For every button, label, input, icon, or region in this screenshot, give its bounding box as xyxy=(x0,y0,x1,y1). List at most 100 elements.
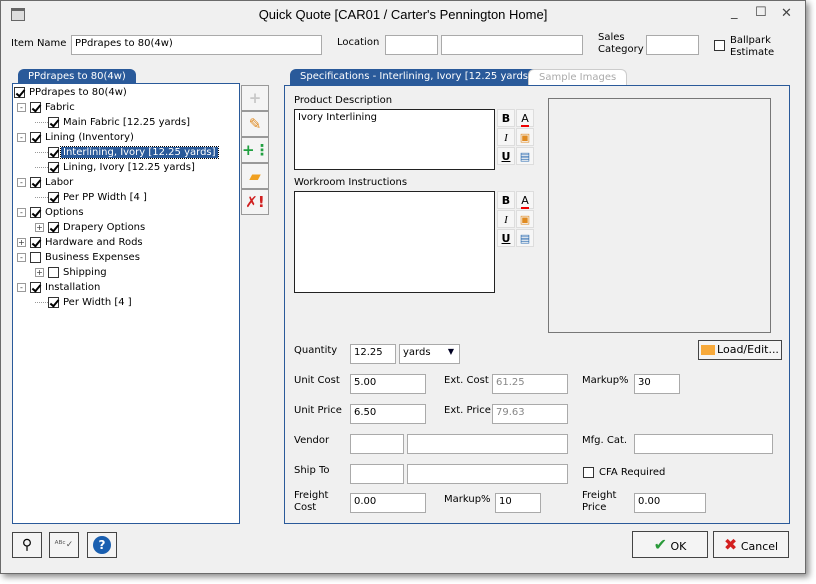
item-tree[interactable]: PPdrapes to 80(4w) - Fabric Main Fabric [12… xyxy=(12,83,240,524)
collapse-icon[interactable]: - xyxy=(17,177,26,187)
tree-item[interactable]: Main Fabric [12.25 yards] xyxy=(35,115,192,130)
maximize-button[interactable]: ☐ xyxy=(755,5,767,20)
description-insert-field-button[interactable]: ▣ xyxy=(516,128,534,146)
freight-cost-input[interactable]: 0.00 xyxy=(350,493,426,513)
tree-item-checkbox[interactable] xyxy=(30,101,41,113)
description-print-button[interactable]: ▤ xyxy=(516,147,534,165)
ballpark-estimate-label: Ballpark Estimate xyxy=(730,35,775,58)
location-label: Location xyxy=(337,37,380,48)
tree-item-checkbox[interactable] xyxy=(30,206,41,218)
tree-item-checkbox[interactable] xyxy=(30,281,41,293)
freight-price-input[interactable]: 0.00 xyxy=(634,493,706,513)
workroom-insert-field-button[interactable]: ▣ xyxy=(516,210,534,228)
unit-price-input[interactable]: 6.50 xyxy=(350,404,426,424)
expand-icon[interactable]: + xyxy=(35,222,44,232)
vendor-code-input[interactable] xyxy=(350,434,404,454)
unit-cost-input[interactable]: 5.00 xyxy=(350,374,426,394)
tree-item-checkbox[interactable] xyxy=(30,236,41,248)
add-subitem-button[interactable]: +⋮ xyxy=(241,137,270,163)
help-button[interactable]: ? xyxy=(87,532,117,558)
tree-item[interactable]: - Labor xyxy=(17,175,75,190)
cancel-button[interactable]: ✖ Cancel xyxy=(713,531,789,558)
collapse-icon[interactable]: - xyxy=(17,252,26,262)
delete-button[interactable]: ✗! xyxy=(241,189,269,215)
ballpark-estimate-checkbox[interactable] xyxy=(714,40,725,51)
collapse-icon[interactable]: - xyxy=(17,282,26,292)
tree-item-label: Lining (Inventory) xyxy=(45,132,134,143)
collapse-icon[interactable]: - xyxy=(17,132,26,142)
tree-item-checkbox[interactable] xyxy=(14,86,25,98)
description-bold-button[interactable]: B xyxy=(497,109,515,127)
expand-icon[interactable]: + xyxy=(17,237,26,247)
minimize-button[interactable]: _ xyxy=(731,5,738,20)
tree-item[interactable]: + Hardware and Rods xyxy=(17,235,145,250)
tree-item[interactable]: + Drapery Options xyxy=(35,220,147,235)
quantity-input[interactable]: 12.25 xyxy=(350,344,396,364)
workroom-underline-button[interactable]: U xyxy=(497,229,515,247)
workroom-italic-button[interactable]: I xyxy=(497,210,515,228)
tree-item[interactable]: + Shipping xyxy=(35,265,109,280)
font-color-icon: A xyxy=(521,194,529,209)
tree-item-label: Drapery Options xyxy=(63,222,146,233)
tree-item-checkbox[interactable] xyxy=(48,116,59,128)
tab-sample-images[interactable]: Sample Images xyxy=(528,69,628,85)
ext-cost-label: Ext. Cost xyxy=(444,375,489,386)
vendor-name-input[interactable] xyxy=(407,434,568,454)
workroom-bold-button[interactable]: B xyxy=(497,191,515,209)
tree-item-checkbox[interactable] xyxy=(48,296,59,308)
tree-item[interactable]: Per PP Width [4 ] xyxy=(35,190,149,205)
sales-category-input[interactable] xyxy=(646,35,699,55)
item-name-input[interactable]: PPdrapes to 80(4w) xyxy=(71,35,322,55)
description-underline-button[interactable]: U xyxy=(497,147,515,165)
ok-button[interactable]: ✔ OK xyxy=(632,531,708,558)
tree-item[interactable]: - Business Expenses xyxy=(17,250,142,265)
search-button[interactable]: ⚲ xyxy=(12,532,42,558)
workroom-print-button[interactable]: ▤ xyxy=(516,229,534,247)
ship-to-name-input[interactable] xyxy=(407,464,568,484)
tree-item-checkbox[interactable] xyxy=(48,266,59,278)
tree-item[interactable]: Lining, Ivory [12.25 yards] xyxy=(35,160,197,175)
markup-input[interactable]: 30 xyxy=(634,374,680,394)
description-font-color-button[interactable]: A xyxy=(516,109,534,127)
tree-item-checkbox[interactable] xyxy=(48,161,59,173)
load-edit-button[interactable]: Load/Edit... xyxy=(698,340,782,360)
unit-select[interactable]: yards ▼ xyxy=(399,344,460,364)
freight-markup-input[interactable]: 10 xyxy=(495,493,541,513)
tree-item-label: Options xyxy=(45,207,84,218)
spellcheck-button[interactable]: ᴬᴮᶜ✓ xyxy=(49,532,79,558)
description-italic-button[interactable]: I xyxy=(497,128,515,146)
tree-item[interactable]: - Installation xyxy=(17,280,102,295)
tree-item-checkbox[interactable] xyxy=(48,146,59,158)
tree-item-checkbox[interactable] xyxy=(48,221,59,233)
mfg-cat-input[interactable] xyxy=(634,434,773,454)
pencil-button[interactable]: ✎ xyxy=(241,111,269,137)
ship-to-label: Ship To xyxy=(294,465,330,476)
close-button[interactable]: ✕ xyxy=(781,6,792,21)
tree-item[interactable]: Per Width [4 ] xyxy=(35,295,134,310)
tree-item[interactable]: - Fabric xyxy=(17,100,77,115)
insert-field-icon: ▣ xyxy=(519,131,531,144)
tree-item-checkbox[interactable] xyxy=(30,176,41,188)
location-name-input[interactable] xyxy=(441,35,583,55)
workroom-instructions-input[interactable] xyxy=(294,191,495,293)
tree-item[interactable]: PPdrapes to 80(4w) xyxy=(14,85,129,100)
cfa-required-checkbox[interactable] xyxy=(583,467,594,478)
tab-specifications[interactable]: Specifications - Interlining, Ivory [12.… xyxy=(290,69,542,85)
workroom-font-color-button[interactable]: A xyxy=(516,191,534,209)
ship-to-code-input[interactable] xyxy=(350,464,404,484)
add-folder-button[interactable]: ▰ xyxy=(241,163,269,189)
tree-item[interactable]: - Lining (Inventory) xyxy=(17,130,136,145)
tree-item[interactable]: - Options xyxy=(17,205,86,220)
tree-item-checkbox[interactable] xyxy=(30,251,41,263)
plus-button[interactable]: + xyxy=(241,85,269,111)
location-code-input[interactable] xyxy=(385,35,438,55)
expand-icon[interactable]: + xyxy=(35,267,44,277)
collapse-icon[interactable]: - xyxy=(17,207,26,217)
tree-item-checkbox[interactable] xyxy=(30,131,41,143)
tree-item-label: Main Fabric [12.25 yards] xyxy=(63,117,191,128)
tree-item-checkbox[interactable] xyxy=(48,191,59,203)
collapse-icon[interactable]: - xyxy=(17,102,26,112)
chevron-down-icon: ▼ xyxy=(447,347,454,356)
tree-item[interactable]: Interlining, Ivory [12.25 yards] xyxy=(35,145,219,160)
product-description-input[interactable]: Ivory Interlining xyxy=(294,109,495,170)
